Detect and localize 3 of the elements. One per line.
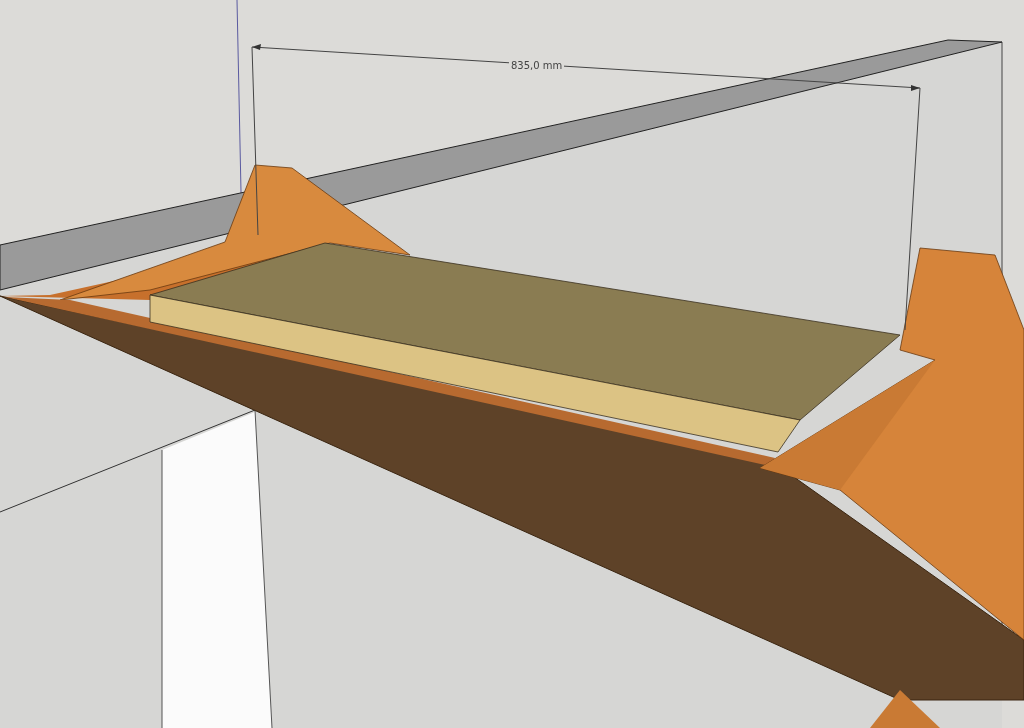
dimension-label: 835,0 mm	[509, 59, 565, 72]
model-viewport[interactable]: 835,0 mm	[0, 0, 1024, 728]
dimension-line[interactable]	[251, 44, 921, 331]
